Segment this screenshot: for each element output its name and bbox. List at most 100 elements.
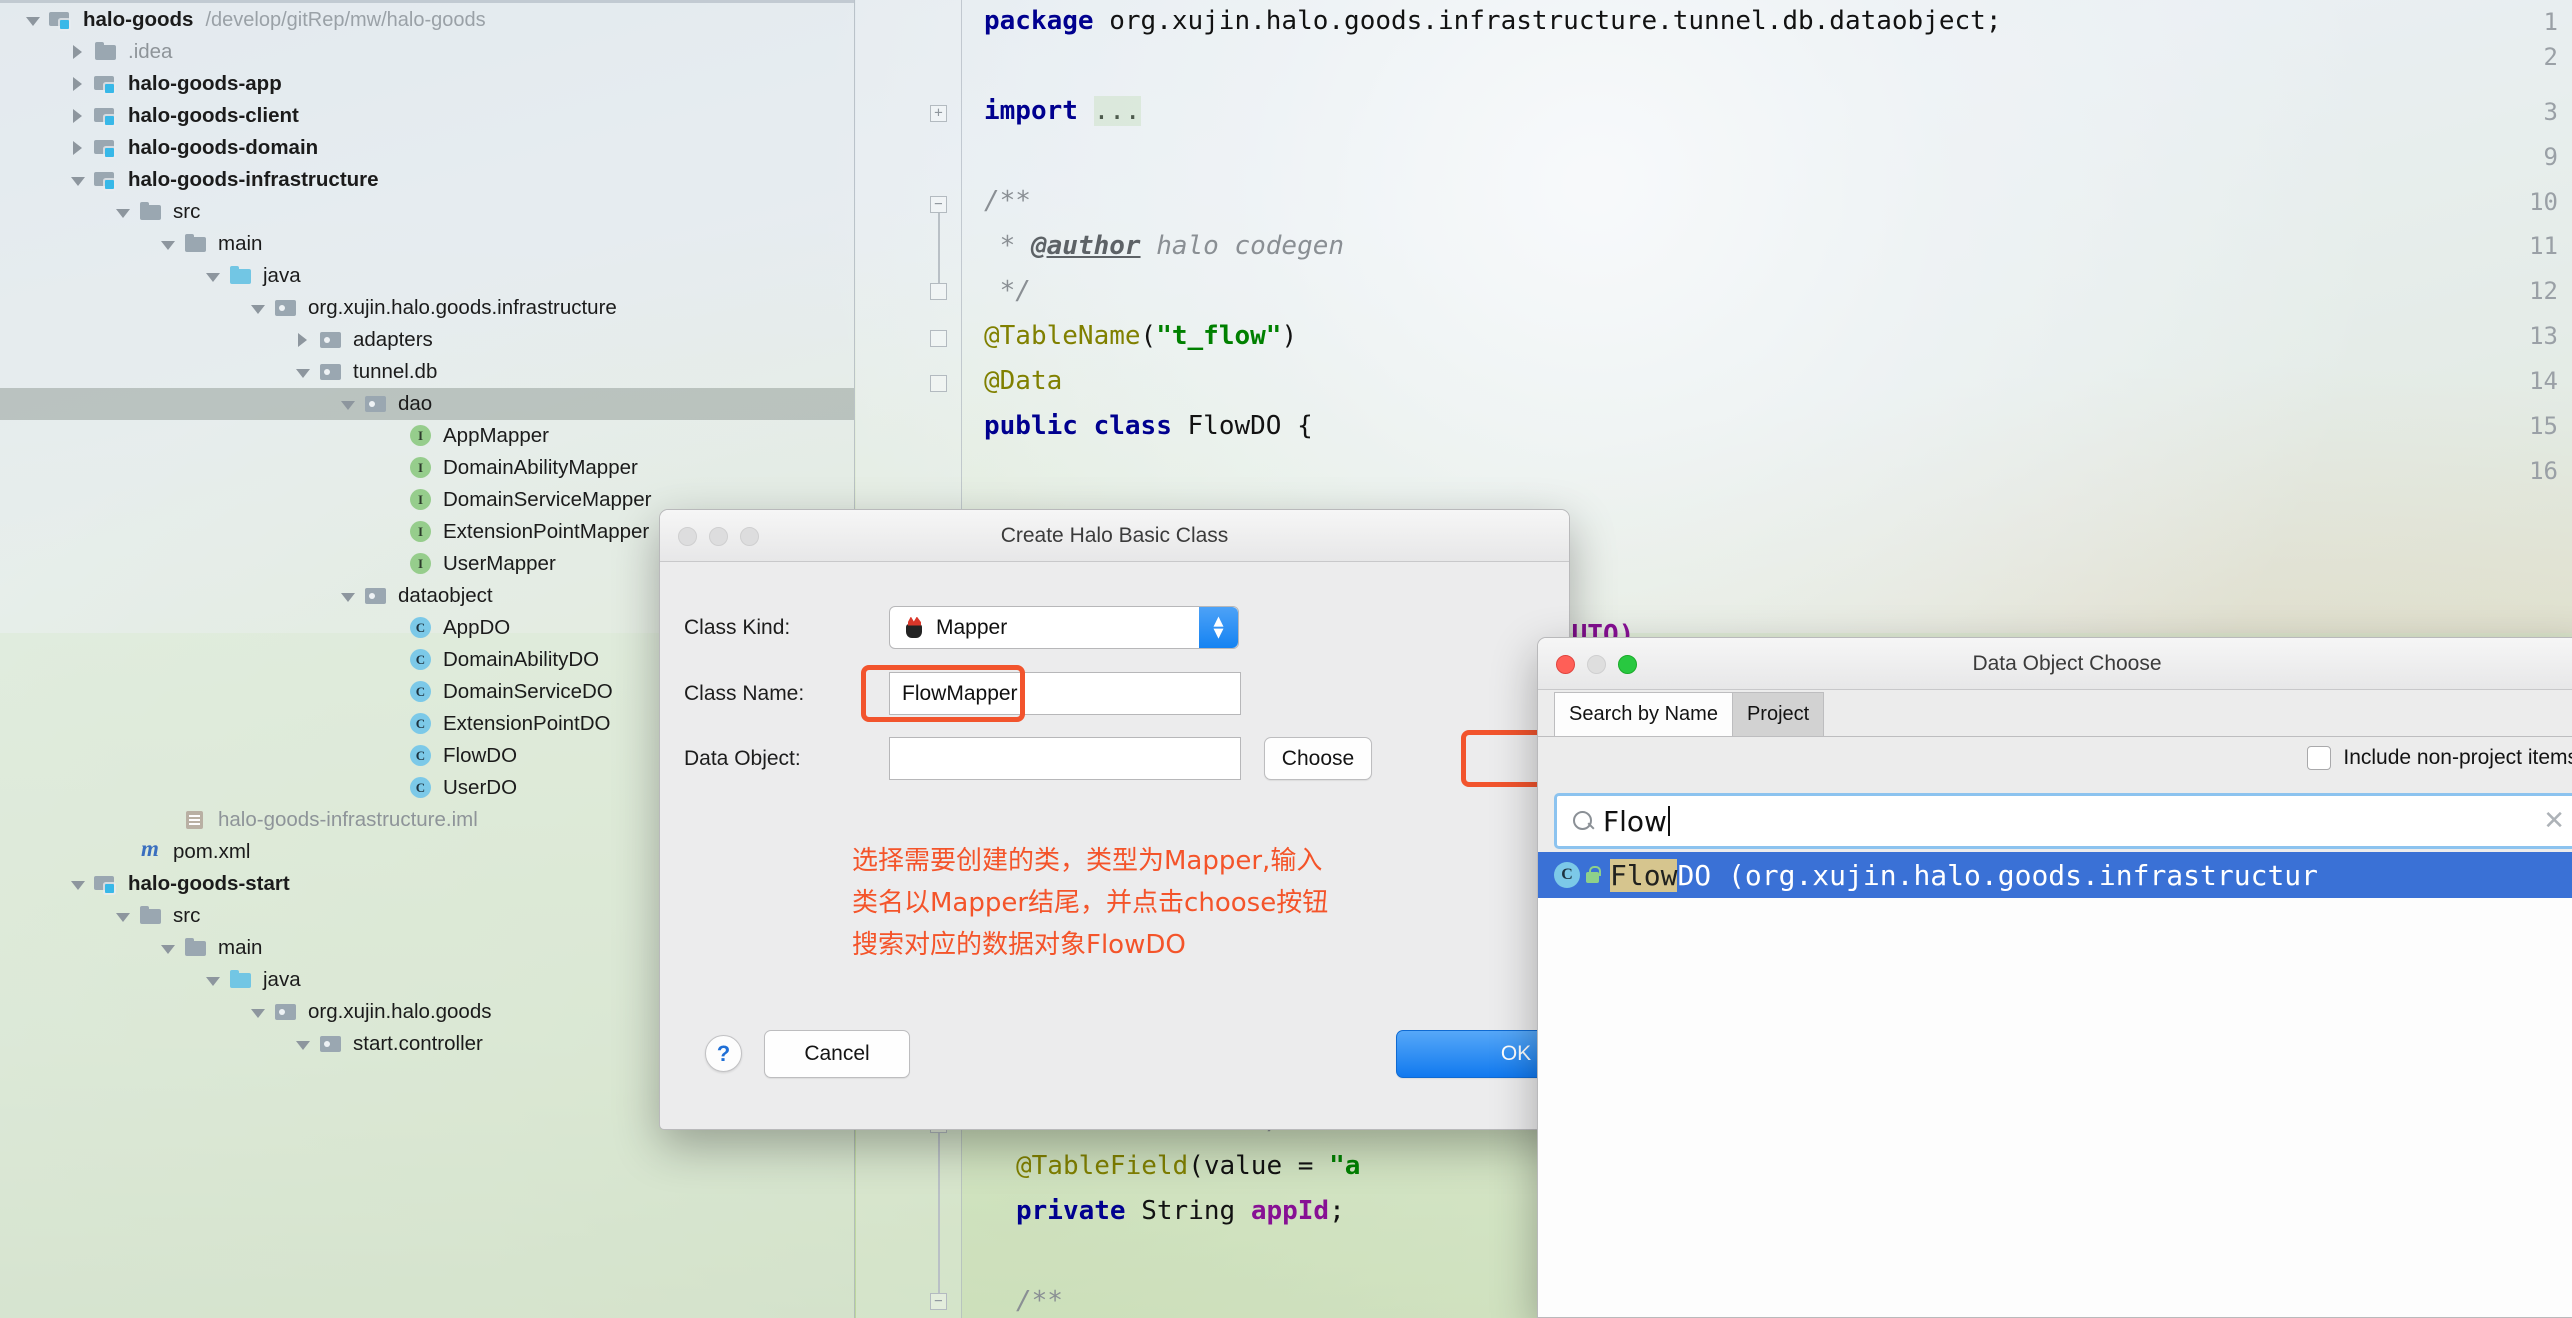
fold-marker-tablename[interactable] [930, 330, 947, 347]
choose-dialog-title: Data Object Choose [1972, 651, 2162, 675]
class-name-input[interactable]: FlowMapper [889, 672, 1241, 715]
minimize-button-icon[interactable] [1587, 655, 1606, 674]
fold-marker-data[interactable] [930, 375, 947, 392]
chevron-updown-icon[interactable]: ▲ ▼ [1199, 607, 1238, 648]
tree-item-adapters[interactable]: adapters [0, 324, 854, 356]
clear-search-icon[interactable]: ✕ [2543, 806, 2565, 836]
class-name-row: Class Name: FlowMapper [684, 672, 1544, 715]
tree-item-org-xujin-halo-goods-infrastructure[interactable]: org.xujin.halo.goods.infrastructure [0, 292, 854, 324]
chevron-down-icon[interactable] [67, 169, 89, 191]
close-button-icon[interactable] [678, 527, 697, 546]
chevron-down-icon[interactable] [157, 937, 179, 959]
result-match-text: Flow [1610, 858, 1678, 892]
tab-search-by-name[interactable]: Search by Name [1554, 692, 1733, 736]
maximize-button-icon[interactable] [1618, 655, 1637, 674]
cls-icon [408, 617, 434, 639]
tree-item-label: main [218, 936, 263, 959]
keyword-public: public [984, 411, 1078, 441]
module-icon [93, 873, 119, 895]
fold-marker-javadoc[interactable]: − [930, 196, 947, 213]
javadoc-star: * [984, 231, 1031, 261]
chevron-right-icon[interactable] [67, 41, 89, 63]
chevron-down-icon[interactable] [337, 585, 359, 607]
chevron-down-icon[interactable] [202, 969, 224, 991]
data-object-choose-dialog[interactable]: Data Object Choose Search by Name Projec… [1537, 637, 2572, 1318]
chevron-down-icon[interactable] [247, 1001, 269, 1023]
chevron-right-icon[interactable] [292, 329, 314, 351]
tree-item--idea[interactable]: .idea [0, 36, 854, 68]
line-number: 13 [2529, 322, 2558, 350]
tree-item-halo-goods-app[interactable]: halo-goods-app [0, 68, 854, 100]
cancel-button[interactable]: Cancel [764, 1030, 910, 1078]
tree-item-label: ExtensionPointMapper [443, 520, 650, 543]
list-item[interactable]: C FlowDO (org.xujin.halo.goods.infrastru… [1538, 852, 2572, 898]
choose-tab-strip[interactable]: Search by Name Project [1538, 691, 2572, 737]
class-kind-select[interactable]: Mapper ▲ ▼ [889, 606, 1239, 649]
choose-window-controls[interactable] [1556, 655, 1637, 674]
chevron-right-icon[interactable] [67, 73, 89, 95]
data-object-input[interactable] [889, 737, 1241, 780]
create-halo-basic-class-dialog[interactable]: Create Halo Basic Class Class Kind: Mapp… [659, 509, 1570, 1130]
cls-icon [408, 681, 434, 703]
panel-top-divider [0, 0, 854, 3]
tree-item-dao[interactable]: dao [0, 388, 854, 420]
chevron-down-icon[interactable] [112, 905, 134, 927]
tab-project[interactable]: Project [1731, 692, 1825, 736]
data-object-row: Data Object: Choose [684, 737, 1544, 780]
tree-item-domainabilitymapper[interactable]: DomainAbilityMapper [0, 452, 854, 484]
search-icon [1571, 809, 1595, 833]
tree-item-halo-goods[interactable]: halo-goods/develop/gitRep/mw/halo-goods [0, 4, 854, 36]
include-non-project-checkbox[interactable] [2307, 746, 2332, 770]
chevron-down-icon[interactable] [157, 233, 179, 255]
cls-icon [408, 777, 434, 799]
tree-item-halo-goods-client[interactable]: halo-goods-client [0, 100, 854, 132]
tree-item-appmapper[interactable]: AppMapper [0, 420, 854, 452]
help-button[interactable]: ? [705, 1035, 742, 1072]
tree-item-halo-goods-infrastructure[interactable]: halo-goods-infrastructure [0, 164, 854, 196]
annotation-tablefield: @TableField [1016, 1151, 1189, 1181]
tree-item-label: org.xujin.halo.goods [308, 1000, 492, 1023]
search-results-list[interactable] [1538, 898, 2572, 1317]
minimize-button-icon[interactable] [709, 527, 728, 546]
chevron-down-icon[interactable] [247, 297, 269, 319]
maven-icon [138, 837, 164, 863]
chevron-down-icon[interactable] [67, 873, 89, 895]
chevron-down-icon[interactable] [292, 1033, 314, 1055]
tree-item-halo-goods-domain[interactable]: halo-goods-domain [0, 132, 854, 164]
chevron-down-icon[interactable] [22, 9, 44, 31]
fold-marker-import[interactable]: + [930, 105, 947, 122]
module-icon [93, 105, 119, 127]
chevron-down-icon[interactable] [337, 393, 359, 415]
folder-icon [138, 905, 164, 927]
chevron-down-icon[interactable] [202, 265, 224, 287]
fold-marker-field-2[interactable]: − [930, 1293, 947, 1310]
code-line-field: private String appId; [1016, 1196, 1345, 1226]
import-ellipsis[interactable]: ... [1093, 96, 1141, 126]
srcfolder-icon [228, 265, 254, 287]
tree-item-src[interactable]: src [0, 196, 854, 228]
chevron-right-icon[interactable] [67, 137, 89, 159]
include-non-project-row[interactable]: Include non-project items [2307, 746, 2572, 770]
folder-icon [183, 937, 209, 959]
search-input-value[interactable]: Flow [1603, 805, 1667, 838]
tree-item-label: src [173, 200, 201, 223]
choose-button[interactable]: Choose [1264, 737, 1372, 780]
fold-marker-javadoc-end[interactable] [930, 283, 947, 300]
fold-guide-line [938, 213, 940, 283]
tree-item-java[interactable]: java [0, 260, 854, 292]
window-controls[interactable] [678, 527, 759, 546]
chevron-right-icon[interactable] [67, 105, 89, 127]
search-field[interactable]: Flow ✕ [1554, 793, 2572, 849]
tree-item-main[interactable]: main [0, 228, 854, 260]
dialog-title: Create Halo Basic Class [1000, 523, 1229, 547]
javadoc-author-tag: @author [1030, 231, 1141, 261]
pkg-icon [318, 1033, 344, 1055]
tree-item-tunnel-db[interactable]: tunnel.db [0, 356, 854, 388]
close-button-icon[interactable] [1556, 655, 1575, 674]
maximize-button-icon[interactable] [740, 527, 759, 546]
chevron-down-icon[interactable] [292, 361, 314, 383]
chevron-down-icon[interactable] [112, 201, 134, 223]
